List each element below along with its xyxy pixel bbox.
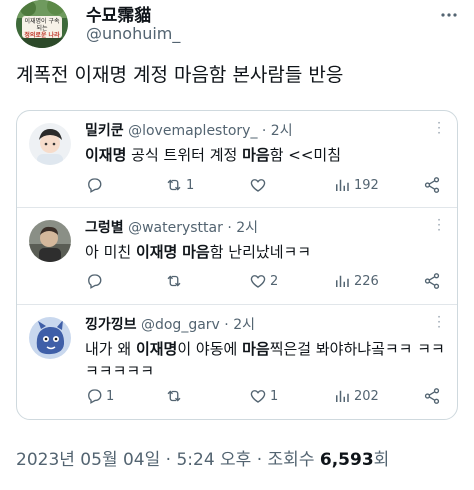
reply-icon [88, 389, 102, 404]
reply-author-name[interactable]: 낑가낑브 [85, 317, 137, 333]
author-handle[interactable]: @unohuim_ [86, 24, 180, 43]
analytics-icon [336, 390, 349, 402]
reply-header: 그렁별 @waterysttar · 2시 [85, 217, 258, 237]
tweet-text: 계폭전 이재명 계정 마음함 본사람들 반응 [16, 64, 344, 86]
analytics-icon [336, 275, 349, 287]
reply-author-handle[interactable]: @dog_garv [141, 317, 220, 333]
more-icon[interactable] [440, 6, 458, 28]
reply-button[interactable] [85, 176, 106, 194]
more-icon[interactable]: · · · [437, 311, 441, 333]
reply-text: 이재명 공식 트위터 계정 마음함 <<미침 [85, 146, 342, 164]
retweet-button[interactable] [165, 387, 186, 405]
view-count-suffix: 회 [373, 450, 390, 470]
reply-avatar[interactable] [29, 317, 71, 359]
analytics-icon [336, 179, 349, 191]
reply-item[interactable]: 낑가낑브 @dog_garv · 2시 · · · 내가 왜 이재명이 야동에 마음… [17, 305, 457, 415]
share-button[interactable] [423, 176, 441, 194]
heart-icon [250, 390, 266, 403]
author-display-name[interactable]: 수묘霈貓 [86, 1, 151, 26]
heart-icon [250, 275, 266, 288]
tweet-header: 이재명이 구속되는 정의로운 나라 수묘霈貓 @unohuim_ [16, 0, 458, 50]
heart-icon [250, 179, 266, 192]
reply-text: 아 미친 이재명 마음함 난리났네ㅋㅋ [85, 243, 312, 261]
retweet-icon [167, 275, 181, 287]
reply-author-name[interactable]: 밀키쿤 [85, 123, 124, 139]
reply-author-name[interactable]: 그렁별 [85, 220, 124, 236]
avatar-sign: 이재명이 구속되는 정의로운 나라 [22, 16, 62, 39]
reply-item[interactable]: 그렁별 @waterysttar · 2시 · · · 아 미친 이재명 마음함 난… [17, 208, 457, 305]
reply-avatar[interactable] [29, 123, 71, 165]
reply-author-handle[interactable]: @lovemaplestory_ [128, 123, 257, 139]
view-count: 6,593 [319, 450, 374, 470]
reply-button[interactable] [85, 272, 106, 290]
reply-icon [88, 178, 102, 193]
retweet-icon [167, 390, 181, 402]
more-icon[interactable]: · · · [437, 117, 441, 139]
reply-actions: 2 226 [85, 272, 441, 292]
like-button[interactable] [249, 176, 270, 194]
reply-author-handle[interactable]: @waterysttar [128, 220, 223, 236]
share-icon [424, 273, 440, 289]
quoted-replies-card: 밀키쿤 @lovemaplestory_ · 2시 · · · 이재명 공식 트위터… [16, 110, 458, 420]
views-button[interactable]: 202 [333, 387, 379, 405]
reply-icon [88, 274, 102, 289]
reply-header: 낑가낑브 @dog_garv · 2시 [85, 314, 255, 334]
reply-item[interactable]: 밀키쿤 @lovemaplestory_ · 2시 · · · 이재명 공식 트위터… [17, 111, 457, 208]
reply-text: 내가 왜 이재명이 야동에 마음찍은걸 봐야하냐곸ㅋㅋ ㅋㅋㅋㅋㅋㅋㅋ [85, 340, 445, 380]
like-button[interactable]: 2 [249, 272, 278, 290]
author-avatar[interactable]: 이재명이 구속되는 정의로운 나라 [16, 0, 68, 48]
reply-actions: 1 192 [85, 176, 441, 196]
tweet-timestamp[interactable]: 2023년 05월 04일 · 5:24 오후 · 조회수 [16, 450, 320, 470]
reply-time[interactable]: · 2시 [224, 317, 255, 333]
tweet-meta: 2023년 05월 04일 · 5:24 오후 · 조회수 6,593회 [16, 445, 389, 470]
reply-actions: 1 1 202 [85, 387, 441, 407]
reply-time[interactable]: · 2시 [262, 123, 293, 139]
like-button[interactable]: 1 [249, 387, 278, 405]
views-button[interactable]: 226 [333, 272, 379, 290]
retweet-button[interactable] [165, 272, 186, 290]
reply-header: 밀키쿤 @lovemaplestory_ · 2시 [85, 120, 293, 140]
share-icon [424, 177, 440, 193]
reply-time[interactable]: · 2시 [227, 220, 258, 236]
more-icon[interactable]: · · · [437, 214, 441, 236]
share-button[interactable] [423, 272, 441, 290]
views-button[interactable]: 192 [333, 176, 379, 194]
reply-button[interactable]: 1 [85, 387, 114, 405]
share-button[interactable] [423, 387, 441, 405]
share-icon [424, 388, 440, 404]
retweet-button[interactable]: 1 [165, 176, 194, 194]
reply-avatar[interactable] [29, 220, 71, 262]
retweet-icon [167, 179, 181, 191]
